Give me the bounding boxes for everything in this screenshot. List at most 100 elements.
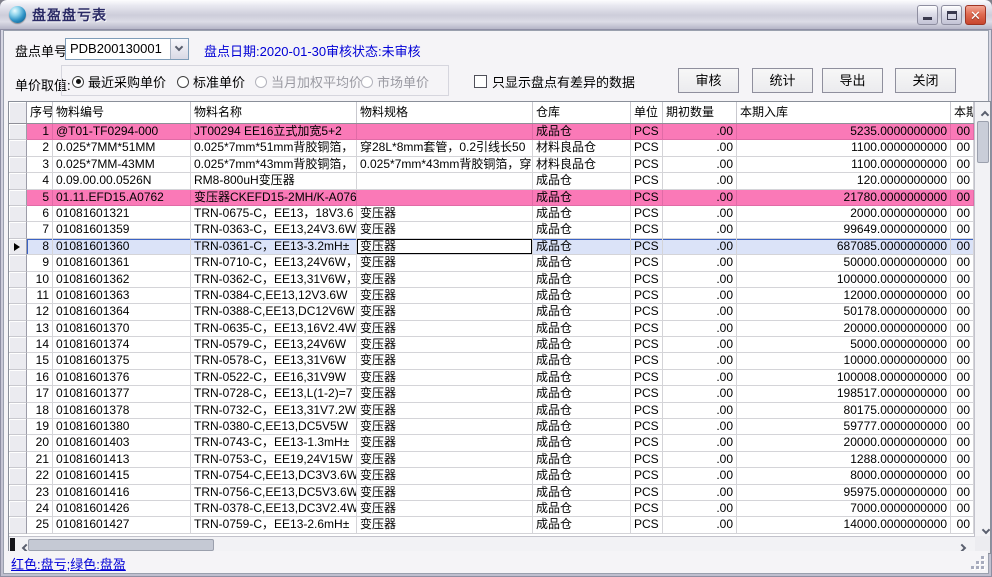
cell-spec[interactable]: 变压器 bbox=[357, 370, 533, 386]
cell-q0[interactable]: .00 bbox=[663, 239, 737, 255]
cell-code[interactable]: 0.09.00.00.0526N bbox=[53, 173, 191, 189]
cell-qin[interactable]: 20000.0000000000 bbox=[737, 321, 951, 337]
cell-spec[interactable]: 变压器 bbox=[357, 255, 533, 271]
cell-name[interactable]: RM8-800uH变压器 bbox=[191, 173, 357, 189]
cell-name[interactable]: TRN-0635-C，EE13,16V2.4W bbox=[191, 321, 357, 337]
row-selector[interactable] bbox=[9, 140, 27, 156]
cell-unit[interactable]: PCS bbox=[631, 272, 663, 288]
cell-wh[interactable]: 成品仓 bbox=[533, 124, 631, 140]
cell-unit[interactable]: PCS bbox=[631, 321, 663, 337]
cell-name[interactable]: TRN-0363-C，EE13,24V3.6W bbox=[191, 222, 357, 238]
table-row[interactable]: 2201081601415TRN-0754-C,EE13,DC3V3.6W变压器… bbox=[9, 468, 974, 484]
cell-wh[interactable]: 成品仓 bbox=[533, 452, 631, 468]
cell-qx[interactable]: 00 bbox=[951, 288, 974, 304]
table-row[interactable]: 1@T01-TF0294-000JT00294 EE16立式加宽5+2成品仓PC… bbox=[9, 124, 974, 140]
cell-seq[interactable]: 9 bbox=[27, 255, 53, 271]
cell-qin[interactable]: 1100.0000000000 bbox=[737, 157, 951, 173]
cell-seq[interactable]: 20 bbox=[27, 435, 53, 451]
cell-code[interactable]: @T01-TF0294-000 bbox=[53, 124, 191, 140]
cell-name[interactable]: JT00294 EE16立式加宽5+2 bbox=[191, 124, 357, 140]
cell-seq[interactable]: 10 bbox=[27, 272, 53, 288]
row-selector[interactable] bbox=[9, 435, 27, 451]
cell-spec[interactable]: 0.025*7mm*43mm背胶铜箔，穿 bbox=[357, 157, 533, 173]
row-selector[interactable] bbox=[9, 501, 27, 517]
cell-code[interactable]: 01081601403 bbox=[53, 435, 191, 451]
table-row[interactable]: 1201081601364TRN-0388-C,EE13,DC12V6W变压器成… bbox=[9, 304, 974, 320]
cell-spec[interactable]: 变压器 bbox=[357, 485, 533, 501]
cell-qin[interactable]: 687085.0000000000 bbox=[737, 239, 951, 255]
column-header-seq[interactable]: 序号 bbox=[27, 102, 53, 123]
cell-seq[interactable]: 21 bbox=[27, 452, 53, 468]
cell-seq[interactable]: 2 bbox=[27, 140, 53, 156]
cell-qin[interactable]: 100008.0000000000 bbox=[737, 370, 951, 386]
table-row[interactable]: 40.09.00.00.0526NRM8-800uH变压器成品仓PCS.0012… bbox=[9, 173, 974, 189]
maximize-button[interactable] bbox=[941, 5, 962, 25]
cell-name[interactable]: TRN-0522-C，EE16,31V9W bbox=[191, 370, 357, 386]
cell-wh[interactable]: 成品仓 bbox=[533, 517, 631, 533]
cell-qin[interactable]: 99649.0000000000 bbox=[737, 222, 951, 238]
cell-wh[interactable]: 成品仓 bbox=[533, 485, 631, 501]
row-selector[interactable] bbox=[9, 468, 27, 484]
row-selector[interactable] bbox=[9, 419, 27, 435]
row-selector[interactable] bbox=[9, 255, 27, 271]
cell-unit[interactable]: PCS bbox=[631, 353, 663, 369]
cell-unit[interactable]: PCS bbox=[631, 517, 663, 533]
cell-spec[interactable]: 变压器 bbox=[357, 435, 533, 451]
column-header-spec[interactable]: 物料规格 bbox=[357, 102, 533, 123]
cell-qx[interactable]: 00 bbox=[951, 190, 974, 206]
cell-code[interactable]: 0.025*7MM*51MM bbox=[53, 140, 191, 156]
cell-qin[interactable]: 14000.0000000000 bbox=[737, 517, 951, 533]
cell-q0[interactable]: .00 bbox=[663, 485, 737, 501]
cell-qin[interactable]: 50178.0000000000 bbox=[737, 304, 951, 320]
cell-unit[interactable]: PCS bbox=[631, 370, 663, 386]
table-row[interactable]: 901081601361TRN-0710-C，EE13,24V6W，变压器成品仓… bbox=[9, 255, 974, 271]
cell-q0[interactable]: .00 bbox=[663, 386, 737, 402]
cell-wh[interactable]: 成品仓 bbox=[533, 272, 631, 288]
cell-qx[interactable]: 00 bbox=[951, 403, 974, 419]
cell-spec[interactable]: 变压器 bbox=[357, 337, 533, 353]
cell-code[interactable]: 01081601375 bbox=[53, 353, 191, 369]
diff-only-checkbox[interactable]: 只显示盘点有差异的数据 bbox=[474, 72, 635, 91]
cell-code[interactable]: 01.11.EFD15.A0762 bbox=[53, 190, 191, 206]
cell-seq[interactable]: 16 bbox=[27, 370, 53, 386]
cell-spec[interactable]: 变压器 bbox=[357, 501, 533, 517]
cell-unit[interactable]: PCS bbox=[631, 485, 663, 501]
cell-spec[interactable]: 变压器 bbox=[357, 222, 533, 238]
row-selector[interactable] bbox=[9, 157, 27, 173]
column-header-unit[interactable]: 单位 bbox=[631, 102, 663, 123]
cell-seq[interactable]: 15 bbox=[27, 353, 53, 369]
row-selector[interactable] bbox=[9, 386, 27, 402]
scroll-down-button[interactable] bbox=[978, 522, 988, 532]
resize-grip[interactable] bbox=[972, 557, 984, 569]
scroll-left-button[interactable] bbox=[18, 541, 28, 551]
cell-wh[interactable]: 材料良品仓 bbox=[533, 140, 631, 156]
cell-wh[interactable]: 材料良品仓 bbox=[533, 157, 631, 173]
cell-qx[interactable]: 00 bbox=[951, 501, 974, 517]
cell-unit[interactable]: PCS bbox=[631, 501, 663, 517]
column-header-qin[interactable]: 本期入库 bbox=[737, 102, 951, 123]
table-row[interactable]: 1001081601362TRN-0362-C，EE13,31V6W，变压器成品… bbox=[9, 272, 974, 288]
row-selector[interactable] bbox=[9, 485, 27, 501]
row-selector[interactable] bbox=[9, 206, 27, 222]
cell-qx[interactable]: 00 bbox=[951, 485, 974, 501]
cell-unit[interactable]: PCS bbox=[631, 452, 663, 468]
vertical-scrollbar[interactable] bbox=[974, 102, 991, 536]
cell-code[interactable]: 01081601321 bbox=[53, 206, 191, 222]
cell-qin[interactable]: 95975.0000000000 bbox=[737, 485, 951, 501]
table-row[interactable]: 20.025*7MM*51MM0.025*7mm*51mm背胶铜箔，穿28L*8… bbox=[9, 140, 974, 156]
cell-name[interactable]: TRN-0388-C,EE13,DC12V6W bbox=[191, 304, 357, 320]
cell-name[interactable]: 0.025*7mm*43mm背胶铜箔， bbox=[191, 157, 357, 173]
cell-q0[interactable]: .00 bbox=[663, 140, 737, 156]
row-selector[interactable] bbox=[9, 304, 27, 320]
cell-q0[interactable]: .00 bbox=[663, 206, 737, 222]
cell-code[interactable]: 01081601416 bbox=[53, 485, 191, 501]
cell-seq[interactable]: 12 bbox=[27, 304, 53, 320]
cell-unit[interactable]: PCS bbox=[631, 304, 663, 320]
cell-wh[interactable]: 成品仓 bbox=[533, 435, 631, 451]
cell-spec[interactable]: 穿28L*8mm套管，0.2引线长50 bbox=[357, 140, 533, 156]
cell-q0[interactable]: .00 bbox=[663, 173, 737, 189]
cell-code[interactable]: 0.025*7MM-43MM bbox=[53, 157, 191, 173]
cell-spec[interactable]: 变压器 bbox=[357, 353, 533, 369]
cell-q0[interactable]: .00 bbox=[663, 337, 737, 353]
cell-spec[interactable] bbox=[357, 190, 533, 206]
